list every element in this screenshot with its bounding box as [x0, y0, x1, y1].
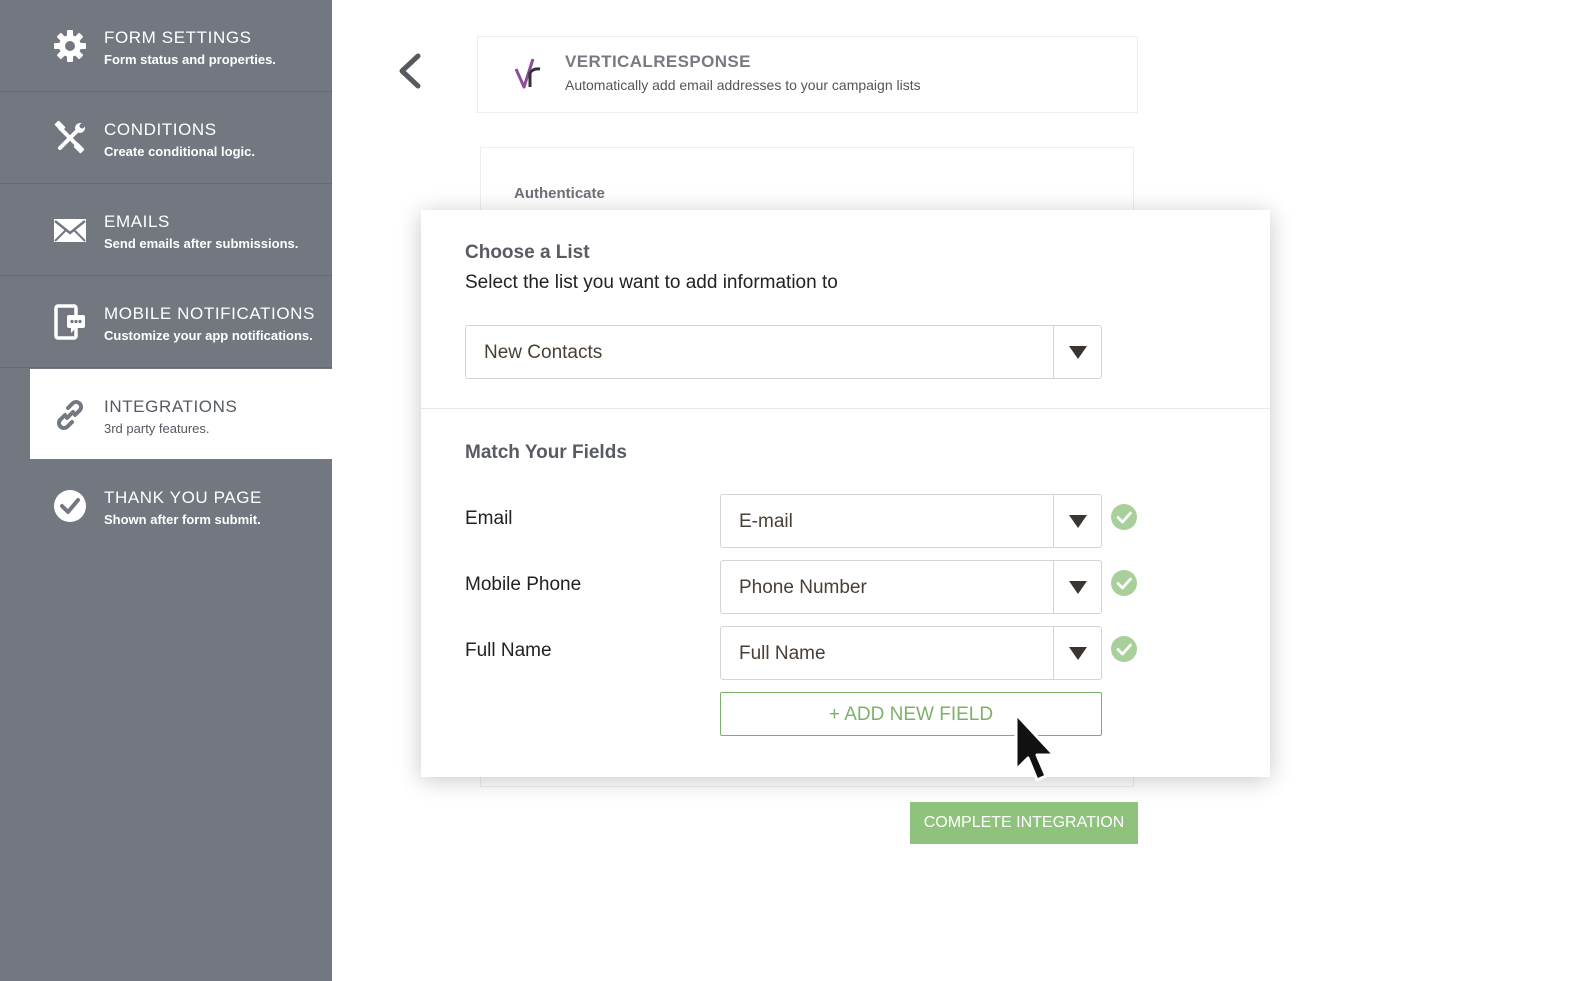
choose-list-subtitle: Select the list you want to add informat… [465, 272, 838, 293]
chevron-left-icon[interactable] [394, 52, 426, 90]
choose-list-title: Choose a List [465, 242, 590, 263]
sidebar-item-conditions[interactable]: CONDITIONS Create conditional logic. [0, 92, 332, 184]
list-select-arrow[interactable] [1053, 326, 1101, 378]
sidebar-item-integrations[interactable]: INTEGRATIONS 3rd party features. [30, 369, 332, 459]
check-circle-icon [54, 490, 86, 522]
field-select-value: Full Name [739, 643, 826, 664]
list-select[interactable]: New Contacts [465, 325, 1102, 379]
sidebar-item-title: FORM SETTINGS [104, 28, 252, 47]
sidebar: FORM SETTINGS Form status and properties… [0, 0, 332, 981]
list-select-value: New Contacts [484, 342, 603, 363]
matched-check-icon [1111, 636, 1137, 662]
field-select-value: E-mail [739, 511, 793, 532]
integration-header: VERTICALRESPONSE Automatically add email… [477, 36, 1138, 113]
field-select-arrow[interactable] [1053, 495, 1101, 547]
mobile-notification-icon [54, 304, 85, 340]
field-select-email[interactable]: E-mail [720, 494, 1102, 548]
sidebar-item-subtitle: Send emails after submissions. [104, 236, 299, 251]
integration-description: Automatically add email addresses to you… [565, 77, 921, 93]
field-select-arrow[interactable] [1053, 561, 1101, 613]
sidebar-item-subtitle: Customize your app notifications. [104, 328, 313, 343]
sidebar-item-subtitle: 3rd party features. [104, 421, 210, 436]
sidebar-item-title: INTEGRATIONS [104, 397, 238, 416]
integration-name: VERTICALRESPONSE [565, 52, 751, 71]
sidebar-item-subtitle: Form status and properties. [104, 52, 276, 67]
caret-down-icon [1069, 346, 1087, 359]
field-label-full-name: Full Name [465, 640, 552, 661]
field-select-full-name[interactable]: Full Name [720, 626, 1102, 680]
list-mapping-panel: Choose a List Select the list you want t… [421, 210, 1270, 777]
caret-down-icon [1069, 647, 1087, 660]
conditions-tools-icon [54, 120, 85, 154]
matched-check-icon [1111, 570, 1137, 596]
field-select-arrow[interactable] [1053, 627, 1101, 679]
sidebar-item-title: THANK YOU PAGE [104, 488, 262, 507]
sidebar-item-title: EMAILS [104, 212, 170, 231]
envelope-icon [54, 219, 86, 242]
caret-down-icon [1069, 581, 1087, 594]
field-select-value: Phone Number [739, 577, 867, 598]
mouse-pointer-icon [1014, 712, 1056, 782]
authenticate-label: Authenticate [514, 185, 605, 202]
sidebar-item-thank-you-page[interactable]: THANK YOU PAGE Shown after form submit. [0, 460, 332, 552]
sidebar-item-subtitle: Create conditional logic. [104, 144, 255, 159]
caret-down-icon [1069, 515, 1087, 528]
field-label-email: Email [465, 508, 513, 529]
matched-check-icon [1111, 504, 1137, 530]
section-divider [421, 408, 1270, 409]
link-icon [57, 400, 83, 430]
sidebar-item-emails[interactable]: EMAILS Send emails after submissions. [0, 184, 332, 276]
sidebar-item-title: CONDITIONS [104, 120, 217, 139]
field-label-mobile-phone: Mobile Phone [465, 574, 582, 595]
sidebar-item-mobile-notifications[interactable]: MOBILE NOTIFICATIONS Customize your app … [0, 276, 332, 368]
complete-integration-button[interactable]: COMPLETE INTEGRATION [910, 802, 1138, 844]
verticalresponse-logo-icon [514, 58, 541, 89]
match-fields-title: Match Your Fields [465, 442, 627, 463]
sidebar-item-form-settings[interactable]: FORM SETTINGS Form status and properties… [0, 0, 332, 92]
field-select-mobile-phone[interactable]: Phone Number [720, 560, 1102, 614]
gear-icon [54, 30, 86, 62]
sidebar-item-title: MOBILE NOTIFICATIONS [104, 304, 315, 323]
sidebar-item-subtitle: Shown after form submit. [104, 512, 261, 527]
